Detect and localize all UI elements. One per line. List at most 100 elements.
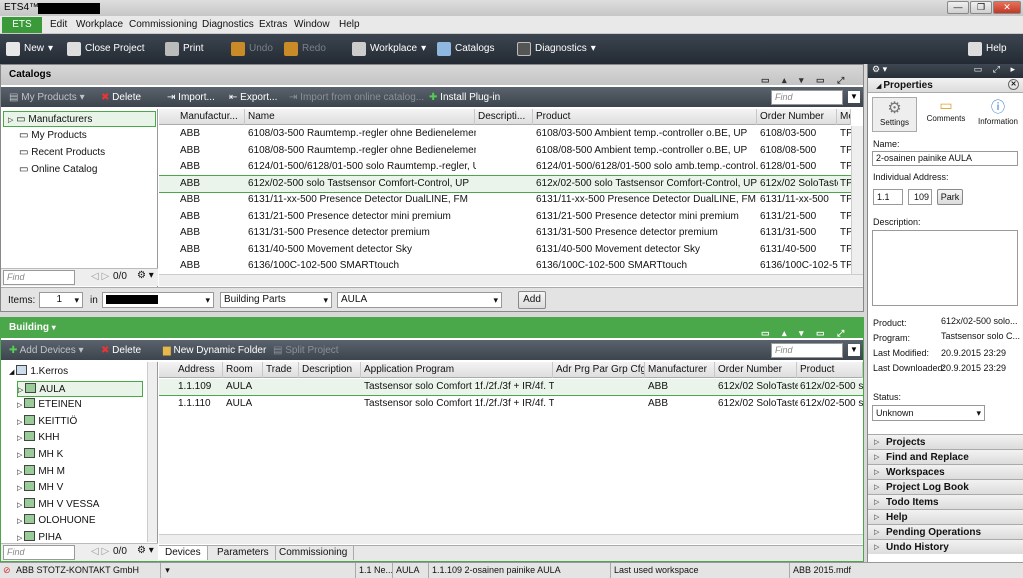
export-button[interactable]: ⇤ Export... bbox=[229, 92, 277, 103]
table-row[interactable]: ABB 6124/01-500/6128/01-500 solo Raumtemp… bbox=[159, 159, 851, 175]
section-find-replace[interactable]: Find and Replace bbox=[868, 449, 1023, 465]
filter-icon[interactable]: ▼ bbox=[848, 91, 860, 103]
catalog-delete-button[interactable]: ✖ Delete bbox=[101, 92, 141, 103]
comments-tab[interactable]: ▭ Comments bbox=[922, 97, 970, 132]
park-button[interactable]: Park bbox=[937, 189, 963, 205]
tree-room[interactable]: ▷ OLOHUONE bbox=[17, 513, 96, 529]
expand-arrow-icon[interactable]: ◢ bbox=[9, 369, 16, 376]
maximize-button[interactable]: ❐ bbox=[970, 1, 992, 14]
menu-help[interactable]: Help bbox=[339, 19, 360, 30]
table-row[interactable]: ABB 612x/02-500 solo Tastsensor Comfort-C… bbox=[159, 174, 851, 193]
settings-tab[interactable]: ⚙ Settings bbox=[872, 97, 917, 132]
table-row[interactable]: 1.1.109 AULA Tastsensor solo Comfort 1f./2… bbox=[159, 379, 863, 396]
col-address[interactable]: Address bbox=[175, 362, 223, 378]
menu-extras[interactable]: Extras bbox=[259, 19, 287, 30]
add-devices-button[interactable]: ✚ Add Devices ▾ bbox=[9, 345, 84, 356]
new-button[interactable]: New ▾ bbox=[6, 41, 53, 57]
tree-room[interactable]: ▷ MH V bbox=[17, 480, 63, 496]
expand-arrow-icon[interactable]: ▷ bbox=[17, 502, 24, 509]
description-field[interactable] bbox=[872, 230, 1018, 306]
col-medium[interactable]: Me bbox=[837, 109, 851, 125]
expand-arrow-icon[interactable]: ▷ bbox=[17, 518, 24, 525]
filter-icon[interactable]: ▼ bbox=[848, 344, 860, 356]
close-button[interactable]: ✕ bbox=[993, 1, 1021, 14]
table-row[interactable]: ABB 6136/100C-102-500 SMARTtouch 6136/100C… bbox=[159, 258, 851, 274]
help-button[interactable]: Help bbox=[968, 41, 1007, 57]
workplace-button[interactable]: Workplace ▾ bbox=[352, 41, 426, 57]
section-undo-history[interactable]: Undo History bbox=[868, 539, 1023, 555]
expand-arrow-icon[interactable]: ▷ bbox=[18, 387, 25, 394]
ets-menu[interactable]: ETS bbox=[2, 17, 42, 33]
table-row[interactable]: ABB 6131/21-500 Presence detector mini pr… bbox=[159, 209, 851, 225]
tree-room[interactable]: ▷ MH M bbox=[17, 464, 65, 480]
sidebar-controls[interactable]: ▭ ⤢ ▸ bbox=[974, 64, 1019, 75]
catalogs-button[interactable]: Catalogs bbox=[437, 41, 494, 57]
gear-icon[interactable]: ⚙ ▾ bbox=[872, 64, 887, 74]
table-row[interactable]: ABB 6131/11-xx-500 Presence Detector Dual… bbox=[159, 192, 851, 208]
expand-arrow-icon[interactable]: ▷ bbox=[17, 402, 24, 409]
menu-commissioning[interactable]: Commissioning bbox=[129, 19, 197, 30]
status-dropdown[interactable]: ▾ bbox=[160, 563, 174, 578]
col-order-number[interactable]: Order Number bbox=[757, 109, 837, 125]
table-row[interactable]: 1.1.110 AULA Tastsensor solo Comfort 1f./2… bbox=[159, 396, 863, 412]
tree-room[interactable]: ▷ MH V VESSA bbox=[17, 497, 99, 513]
install-plugin-button[interactable]: ✚ Install Plug-in bbox=[429, 92, 500, 103]
import-online-button[interactable]: ⇥ Import from online catalog... bbox=[289, 92, 424, 103]
tab-commissioning[interactable]: Commissioning bbox=[273, 546, 355, 560]
table-row[interactable]: ABB 6108/03-500 Raumtemp.-regler ohne Bed… bbox=[159, 126, 851, 142]
expand-arrow-icon[interactable]: ▷ bbox=[17, 535, 24, 542]
split-project-button[interactable]: ▤ Split Project bbox=[273, 345, 339, 356]
name-field[interactable]: 2-osainen painike AULA bbox=[872, 151, 1018, 166]
tab-parameters[interactable]: Parameters bbox=[211, 546, 276, 560]
new-dynamic-folder-button[interactable]: ▆ New Dynamic Folder bbox=[163, 345, 266, 356]
building-horizontal-scrollbar[interactable] bbox=[159, 534, 863, 544]
tree-floor[interactable]: ◢ 1.Kerros bbox=[9, 364, 68, 380]
col-product[interactable]: Product bbox=[533, 109, 757, 125]
col-description[interactable]: Descripti... bbox=[475, 109, 533, 125]
status-select[interactable]: Unknown bbox=[872, 405, 985, 421]
building-tree-scrollbar[interactable] bbox=[147, 362, 157, 542]
redo-button[interactable]: Redo bbox=[284, 41, 326, 57]
nav-arrows-icon[interactable]: ◁ ▷ bbox=[91, 546, 109, 557]
expand-arrow-icon[interactable]: ▷ bbox=[17, 435, 24, 442]
menu-window[interactable]: Window bbox=[294, 19, 330, 30]
section-projects[interactable]: Projects bbox=[868, 434, 1023, 450]
tree-online-catalog[interactable]: ▭ Online Catalog bbox=[19, 162, 97, 178]
my-products-button[interactable]: ▤ My Products ▾ bbox=[9, 92, 85, 103]
undo-button[interactable]: Undo bbox=[231, 41, 273, 57]
address-line-field[interactable]: 1.1 bbox=[873, 189, 903, 205]
catalog-vertical-scrollbar[interactable] bbox=[851, 126, 863, 274]
catalog-horizontal-scrollbar[interactable] bbox=[159, 274, 863, 286]
menu-workplace[interactable]: Workplace bbox=[76, 19, 123, 30]
expand-arrow-icon[interactable]: ▷ bbox=[17, 485, 24, 492]
expand-arrow-icon[interactable]: ▷ bbox=[17, 452, 24, 459]
information-tab[interactable]: ⓘ Information bbox=[974, 97, 1022, 132]
col-order-number[interactable]: Order Number bbox=[715, 362, 797, 378]
tree-manufacturers[interactable]: ▷ ▭ Manufacturers bbox=[3, 111, 156, 127]
col-room[interactable]: Room bbox=[223, 362, 263, 378]
menu-edit[interactable]: Edit bbox=[50, 19, 67, 30]
col-manufacturer[interactable]: Manufactur... bbox=[177, 109, 245, 125]
tree-my-products[interactable]: ▭ My Products bbox=[19, 128, 87, 144]
section-project-log-book[interactable]: Project Log Book bbox=[868, 479, 1023, 495]
col-description[interactable]: Description bbox=[299, 362, 361, 378]
col-manufacturer[interactable]: Manufacturer bbox=[645, 362, 715, 378]
diagnostics-button[interactable]: Diagnostics ▾ bbox=[517, 41, 596, 57]
nav-arrows-icon[interactable]: ◁ ▷ bbox=[91, 271, 109, 282]
section-todo-items[interactable]: Todo Items bbox=[868, 494, 1023, 510]
section-workspaces[interactable]: Workspaces bbox=[868, 464, 1023, 480]
tree-recent-products[interactable]: ▭ Recent Products bbox=[19, 145, 105, 161]
tab-devices[interactable]: Devices bbox=[159, 546, 208, 560]
tree-room[interactable]: ▷ AULA bbox=[17, 380, 143, 397]
table-row[interactable]: ABB 6131/40-500 Movement detector Sky 6131… bbox=[159, 242, 851, 258]
building-tree-search-input[interactable]: Find bbox=[3, 545, 75, 560]
catalog-tree-search-input[interactable]: Find bbox=[3, 270, 75, 285]
tree-room[interactable]: ▷ MH K bbox=[17, 447, 63, 463]
gear-icon[interactable]: ⚙ ▾ bbox=[137, 270, 154, 281]
building-delete-button[interactable]: ✖ Delete bbox=[101, 345, 141, 356]
print-button[interactable]: Print bbox=[165, 41, 204, 57]
col-trade[interactable]: Trade bbox=[263, 362, 299, 378]
expand-arrow-icon[interactable]: ▷ bbox=[17, 419, 24, 426]
address-device-field[interactable]: 109 bbox=[908, 189, 932, 205]
chevron-down-icon[interactable]: ▾ bbox=[52, 323, 56, 332]
